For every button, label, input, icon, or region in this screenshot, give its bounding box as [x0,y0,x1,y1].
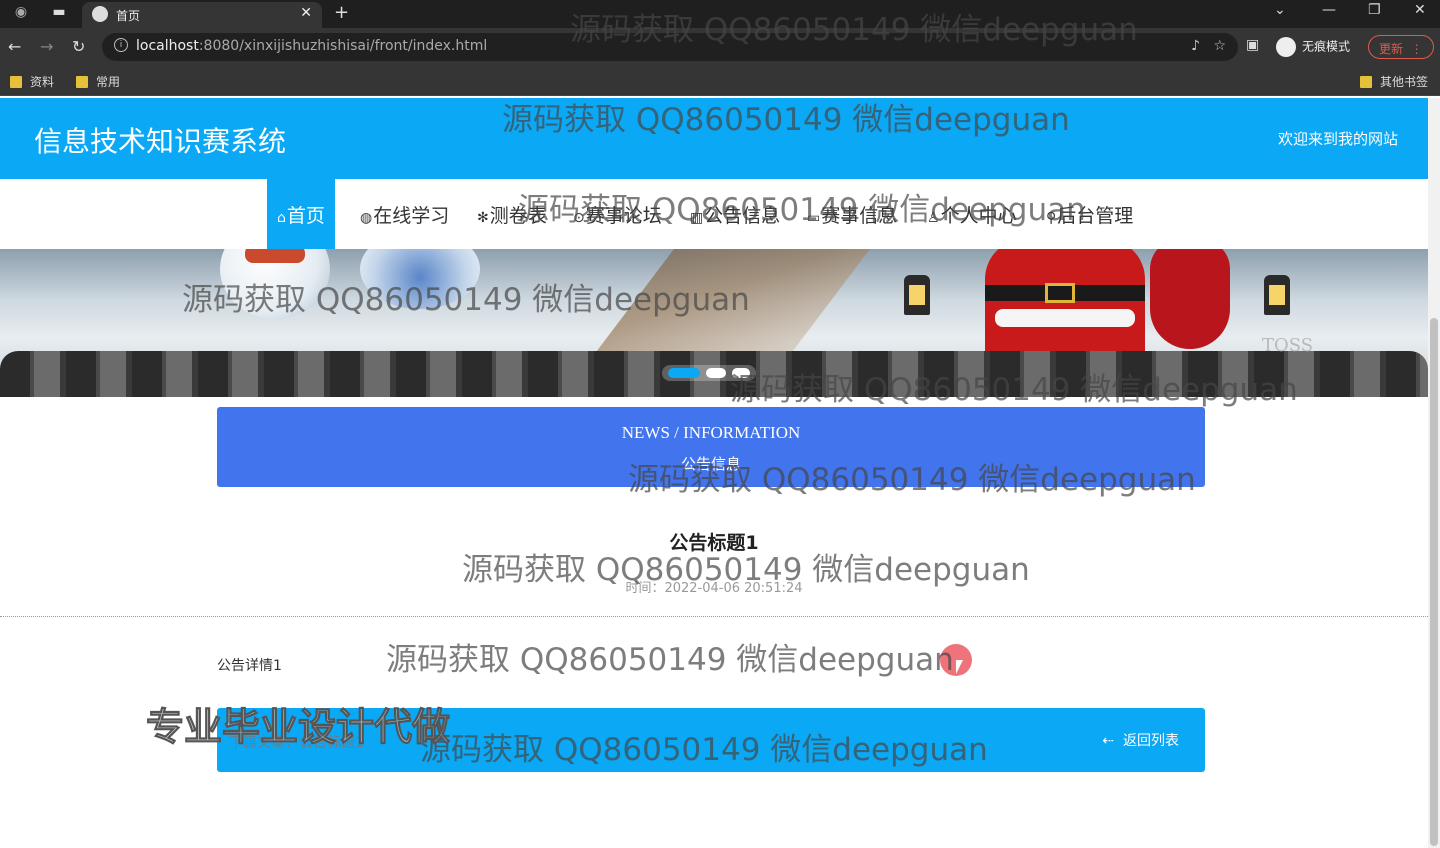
browser-tab-home[interactable]: 首页 ✕ [82,2,322,28]
bookmarks-bar: 资料 常用 其他书签 [0,66,1440,96]
sidebar-icon[interactable]: ▣ [1246,37,1259,53]
divider [0,616,1428,617]
site-info-icon[interactable]: i [114,38,128,52]
maximize-icon[interactable]: ❐ [1368,2,1381,18]
watermark: 源码获取 QQ86050149 微信deepguan [462,552,1030,588]
article-body: 公告详情1 [217,658,282,674]
update-button[interactable]: 更新 ⋮ [1368,35,1434,59]
back-icon[interactable]: ← [8,37,21,56]
lantern-image [904,275,930,315]
study-icon: ◍ [360,210,373,226]
incognito-icon [1276,37,1296,57]
bookmark-folder-ziliao[interactable]: 资料 [10,73,54,90]
forward-icon[interactable]: → [40,37,53,56]
welcome-text: 欢迎来到我的网站 [1277,130,1398,148]
watermark: 源码获取 QQ86050149 微信deepguan [386,642,954,678]
carousel-dot-1[interactable] [668,368,700,378]
close-tab-icon[interactable]: ✕ [300,5,312,21]
bookmark-star-icon[interactable]: ♪ ☆ [1191,38,1226,54]
folder-icon [10,76,22,88]
exam-icon: ✻ [477,210,489,226]
watermark: 源码获取 QQ86050149 微信deepguan [420,732,988,768]
arrow-left-icon: ⇠ [1102,733,1123,749]
gift-sack-image [1150,249,1230,349]
carousel-dot-2[interactable] [706,368,726,378]
snowman-hat [245,249,305,263]
watermark: 源码获取 QQ86050149 微信deepguan [502,102,1070,138]
back-to-list-button[interactable]: ⇠ 返回列表 [1102,730,1179,750]
bookmark-folder-changyong[interactable]: 常用 [76,73,120,90]
nav-item-home[interactable]: ⌂首页 [267,179,335,249]
incognito-indicator[interactable]: 无痕模式 [1276,37,1350,57]
globe-icon [92,6,108,22]
new-tab-icon[interactable]: + [334,2,349,23]
folder-icon [76,76,88,88]
lantern-image [1264,275,1290,315]
news-title-en: NEWS / INFORMATION [621,423,801,442]
minimize-icon[interactable]: — [1322,2,1336,18]
nav-item-online-study[interactable]: ◍在线学习 [360,179,449,249]
scrollbar-thumb[interactable] [1430,318,1438,846]
url-text: localhost:8080/xinxijishuzhishisai/front… [136,38,488,54]
watermark: 源码获取 QQ86050149 微信deepguan [182,282,750,318]
folder-icon [1360,76,1372,88]
mouse-cursor-icon [956,660,963,674]
watermark-large: 专业毕业设计代做 [145,705,451,750]
tab-title: 首页 [116,9,141,23]
home-icon: ⌂ [277,210,286,226]
close-window-icon[interactable]: ✕ [1414,2,1426,18]
tab-search-icon[interactable]: ▬ [46,4,72,24]
reload-icon[interactable]: ↻ [72,37,85,56]
page-scrollbar[interactable] [1428,98,1440,848]
watermark: 源码获取 QQ86050149 微信deepguan [628,462,1196,498]
watermark: 源码获取 QQ86050149 微信deepguan [730,372,1298,408]
watermark: 源码获取 QQ86050149 微信deepguan [570,12,1138,48]
tab-list-icon[interactable]: ⌄ [1274,2,1286,18]
watermark: 源码获取 QQ86050149 微信deepguan [518,192,1086,228]
site-title: 信息技术知识赛系统 [34,125,287,158]
profile-icon[interactable]: ◉ [8,4,34,24]
other-bookmarks[interactable]: 其他书签 [1360,73,1428,90]
stone-text: TOSS [1262,335,1314,356]
